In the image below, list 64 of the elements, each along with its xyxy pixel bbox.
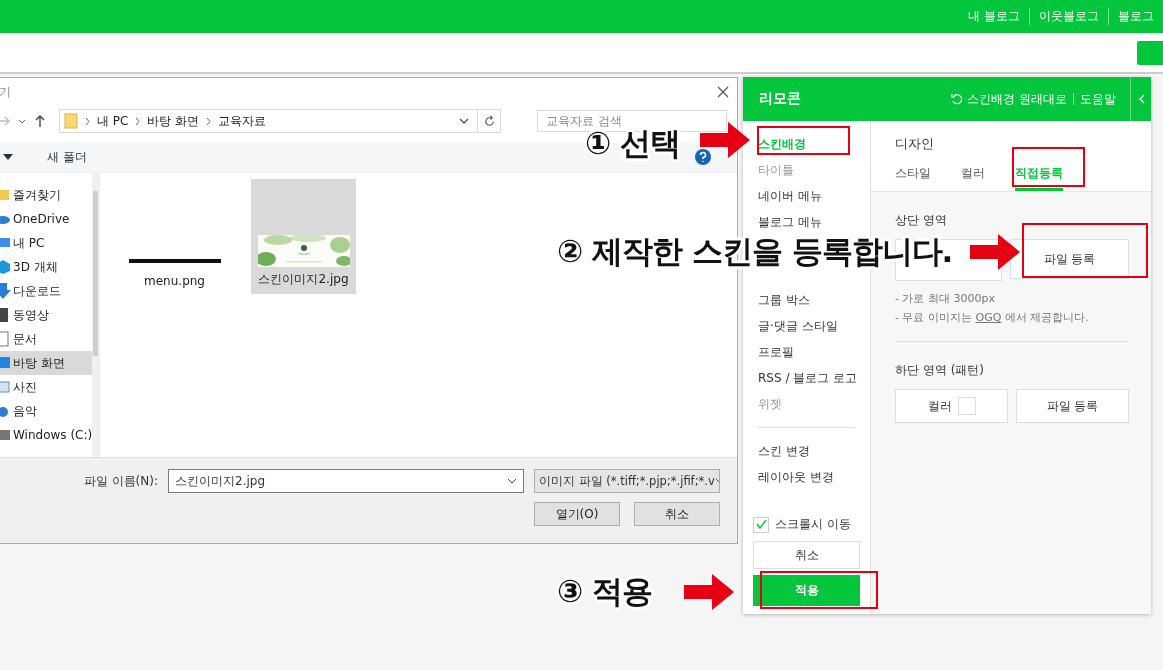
caret-icon[interactable] bbox=[3, 154, 13, 160]
close-icon[interactable] bbox=[717, 86, 729, 98]
sidebar-item[interactable]: OneDrive bbox=[0, 207, 93, 231]
breadcrumb-item[interactable]: 내 PC bbox=[97, 112, 129, 130]
menu-item[interactable]: 네이버 메뉴 bbox=[753, 183, 860, 209]
checkbox[interactable] bbox=[753, 516, 769, 533]
sidebar-item[interactable]: 바탕 화면 bbox=[0, 351, 93, 375]
file-name-field[interactable]: 스킨이미지2.jpg bbox=[168, 469, 524, 493]
address-bar[interactable]: 내 PC 바탕 화면 교육자료 bbox=[59, 109, 501, 133]
chevron-right-icon bbox=[205, 116, 213, 126]
undo-icon bbox=[951, 93, 964, 105]
dialog-button[interactable]: 열기(O) bbox=[534, 502, 620, 526]
panel-title: 리모콘 bbox=[759, 90, 801, 108]
dialog-button[interactable]: 취소 bbox=[634, 502, 720, 526]
callout-arrow bbox=[970, 234, 1020, 270]
file-type-dropdown[interactable]: 이미지 파일 (*.tiff;*.pjp;*.jfif;*.v bbox=[534, 469, 720, 493]
scroll-move-checkbox[interactable]: 스크롤시 이동 bbox=[753, 516, 860, 533]
menu-item[interactable]: 스킨 변경 bbox=[753, 438, 860, 464]
sidebar-item[interactable]: Windows (C:) bbox=[0, 423, 93, 447]
sidebar-item[interactable]: 다운로드 bbox=[0, 279, 93, 303]
color-button[interactable]: 컬러 bbox=[895, 389, 1008, 423]
refresh-icon[interactable] bbox=[482, 114, 496, 128]
menu-item[interactable]: 레이아웃 변경 bbox=[753, 464, 860, 490]
sidebar-item[interactable]: 3D 개체 bbox=[0, 255, 93, 279]
file-name-label: 파일 이름(N): bbox=[83, 472, 158, 490]
breadcrumb-item[interactable]: 교육자료 bbox=[218, 112, 267, 130]
chevron-right-icon bbox=[134, 116, 142, 126]
dialog-title: 기 bbox=[0, 83, 11, 101]
sidebar-item[interactable]: 사진 bbox=[0, 375, 93, 399]
callout-arrow bbox=[684, 574, 734, 610]
sidebar-item[interactable]: 내 PC bbox=[0, 231, 93, 255]
scrollbar[interactable] bbox=[92, 173, 99, 457]
sidebar-item[interactable]: 동영상 bbox=[0, 303, 93, 327]
area-title: 상단 영역 bbox=[895, 212, 948, 229]
folder-icon bbox=[64, 113, 78, 129]
note-text: - 무료 이미지는 OGQ 에서 제공합니다. bbox=[895, 310, 1090, 325]
up-arrow-icon[interactable] bbox=[33, 114, 47, 128]
tab[interactable]: 스타일 bbox=[895, 161, 931, 191]
annotation-overlay: ③ 적용 bbox=[557, 576, 653, 607]
breadcrumb-item[interactable]: 바탕 화면 bbox=[147, 112, 200, 130]
tab[interactable]: 컬러 bbox=[961, 161, 985, 191]
menu-item[interactable]: 블로그 메뉴 bbox=[753, 209, 860, 235]
file-item[interactable]: menu.png bbox=[122, 179, 227, 294]
note-text: - 가로 최대 3000px bbox=[895, 291, 996, 306]
sidebar-item[interactable]: 문서 bbox=[0, 327, 93, 351]
callout-arrow bbox=[700, 122, 750, 158]
menu-item[interactable]: RSS / 블로그 로고 bbox=[753, 365, 860, 391]
file-item[interactable]: 스킨이미지2.jpg bbox=[251, 179, 356, 294]
color-swatch[interactable] bbox=[957, 397, 976, 415]
annotation-overlay: ② 제작한 스킨을 등록합니다. bbox=[557, 236, 953, 267]
section-title: 디자인 bbox=[895, 135, 935, 153]
file-upload-button[interactable]: 파일 등록 bbox=[1016, 389, 1129, 423]
sidebar-item[interactable]: 즐겨찾기 bbox=[0, 183, 93, 207]
ogq-link[interactable]: OGQ bbox=[975, 311, 1002, 324]
menu-item[interactable]: 글·댓글 스타일 bbox=[753, 313, 860, 339]
sidebar-item[interactable]: 음악 bbox=[0, 399, 93, 423]
menu-item[interactable]: 그룹 박스 bbox=[753, 287, 860, 313]
menu-item[interactable]: 프로필 bbox=[753, 339, 860, 365]
file-upload-button[interactable]: 파일 등록 bbox=[1010, 239, 1129, 279]
chevron-right-icon bbox=[84, 116, 91, 126]
help-icon[interactable] bbox=[695, 149, 711, 165]
area-title: 하단 영역 (패턴) bbox=[895, 362, 985, 379]
cancel-button[interactable]: 취소 bbox=[753, 541, 860, 569]
new-folder-button[interactable]: 새 폴더 bbox=[43, 146, 91, 168]
